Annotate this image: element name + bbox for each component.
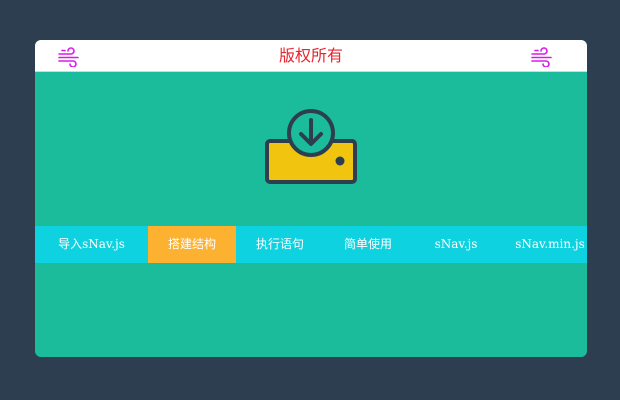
tab-import-snav[interactable]: 导入sNav.js xyxy=(35,226,148,263)
wind-icon[interactable] xyxy=(529,45,555,67)
tab-execute-statement[interactable]: 执行语句 xyxy=(236,226,324,263)
download-tray-icon xyxy=(264,108,358,188)
app-card: 版权所有 导入sNav.js 搭建结构 执行语句 简单使用 sNav.js sN… xyxy=(35,40,587,357)
tab-build-structure[interactable]: 搭建结构 xyxy=(148,226,236,263)
page-title: 版权所有 xyxy=(278,46,343,65)
tab-snav-min-js[interactable]: sNav.min.js xyxy=(500,226,587,263)
tab-snav-js[interactable]: sNav.js xyxy=(412,226,500,263)
tab-simple-usage[interactable]: 简单使用 xyxy=(324,226,412,263)
tab-bar: 导入sNav.js 搭建结构 执行语句 简单使用 sNav.js sNav.mi… xyxy=(35,226,587,263)
header-bar: 版权所有 xyxy=(35,40,587,72)
